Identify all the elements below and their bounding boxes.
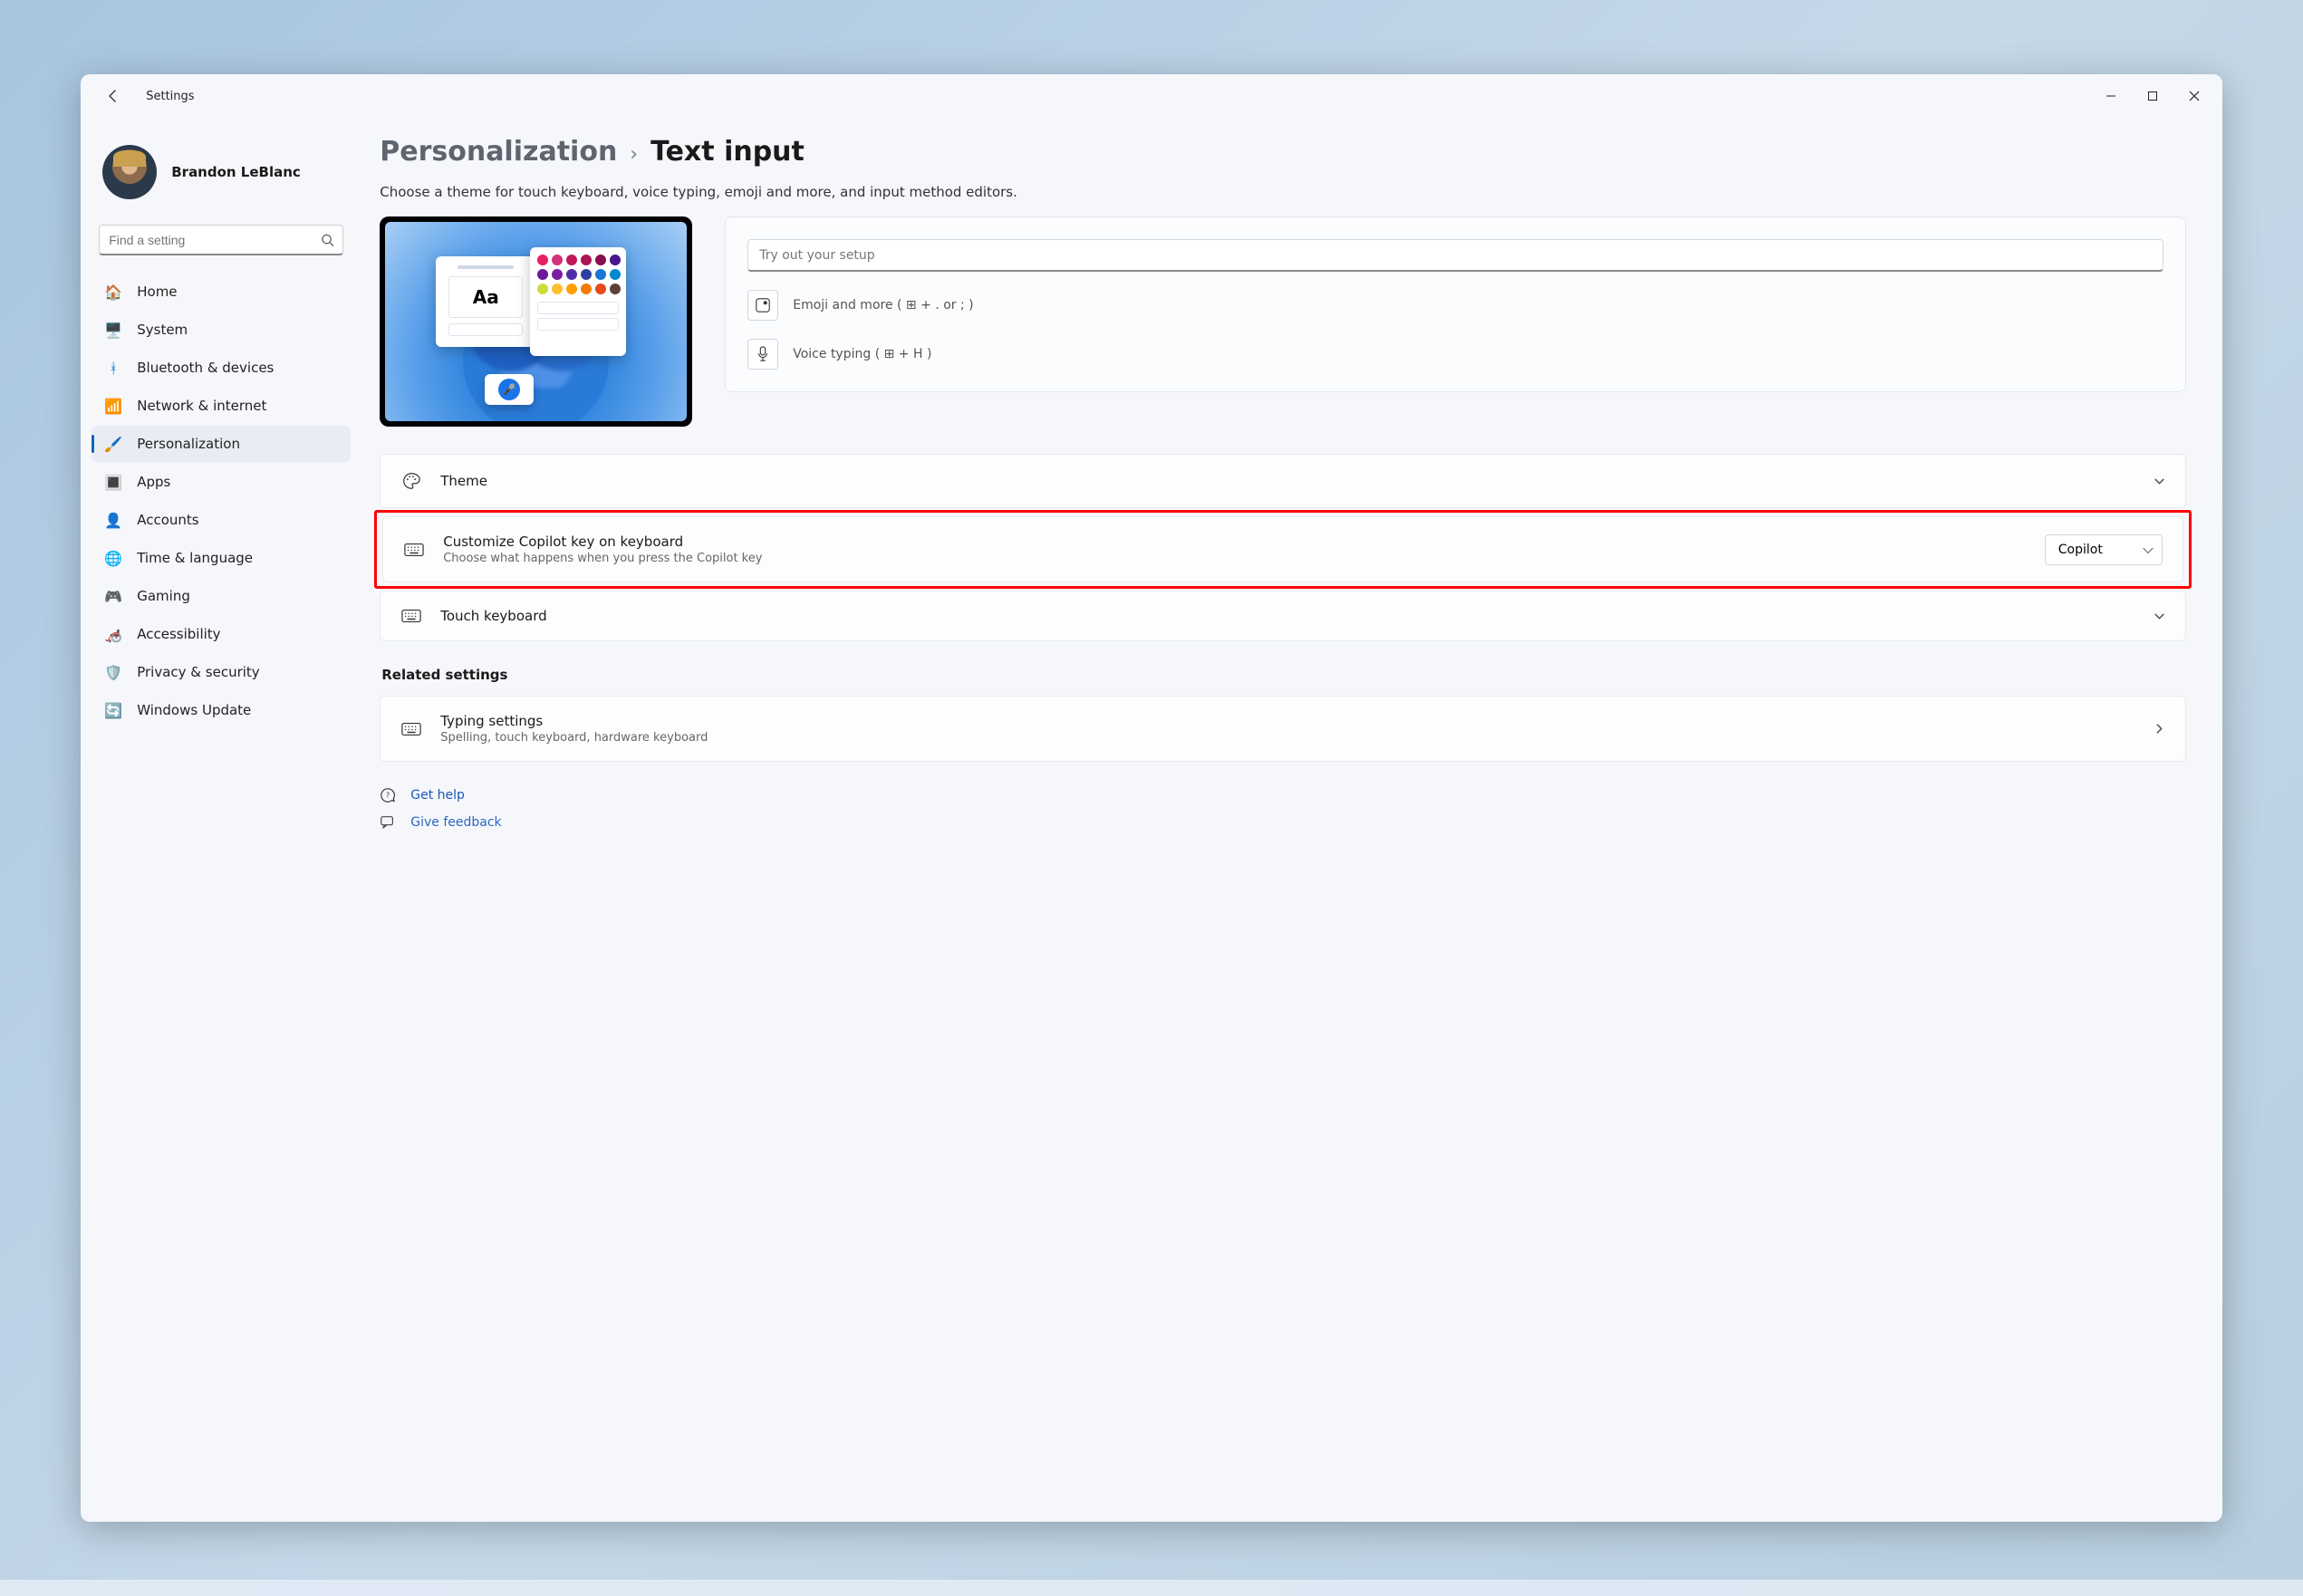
settings-window: Settings Brandon LeBlanc <box>81 74 2222 1522</box>
chevron-down-icon <box>2154 476 2165 487</box>
system-icon: 🖥️ <box>104 322 122 339</box>
paintbrush-icon: 🖌️ <box>104 436 122 453</box>
typing-settings-card[interactable]: Typing settings Spelling, touch keyboard… <box>380 696 2186 762</box>
copilot-key-dropdown[interactable]: Copilot <box>2045 534 2163 565</box>
accessibility-icon: 🦽 <box>104 626 122 643</box>
apps-icon: 🔳 <box>104 474 122 491</box>
feedback-icon <box>380 814 398 831</box>
nav-apps[interactable]: 🔳Apps <box>92 464 351 500</box>
mic-icon: 🎤 <box>498 379 520 400</box>
nav-network[interactable]: 📶Network & internet <box>92 388 351 424</box>
profile[interactable]: Brandon LeBlanc <box>92 127 351 221</box>
bluetooth-icon: ᚼ <box>104 360 122 377</box>
nav: 🏠Home 🖥️System ᚼBluetooth & devices 📶Net… <box>92 274 351 728</box>
copilot-key-card[interactable]: Customize Copilot key on keyboard Choose… <box>382 516 2183 582</box>
emoji-icon <box>747 290 778 321</box>
nav-gaming[interactable]: 🎮Gaming <box>92 578 351 614</box>
highlight-annotation: Customize Copilot key on keyboard Choose… <box>374 510 2192 589</box>
search-box[interactable] <box>99 225 343 255</box>
theme-preview[interactable]: Aa 🎤 <box>380 216 692 427</box>
home-icon: 🏠 <box>104 284 122 301</box>
chevron-down-icon <box>2154 611 2165 622</box>
globe-clock-icon: 🌐 <box>104 550 122 567</box>
preview-keyboard-window: Aa <box>436 256 535 347</box>
nav-privacy[interactable]: 🛡️Privacy & security <box>92 654 351 690</box>
search-input[interactable] <box>99 225 343 255</box>
app-title: Settings <box>146 90 194 103</box>
taskbar <box>0 1580 2303 1596</box>
wifi-icon: 📶 <box>104 398 122 415</box>
breadcrumb-parent[interactable]: Personalization <box>380 136 617 168</box>
chevron-right-icon <box>2154 723 2165 735</box>
nav-accessibility[interactable]: 🦽Accessibility <box>92 616 351 652</box>
svg-text:?: ? <box>386 791 390 800</box>
update-icon: 🔄 <box>104 702 122 719</box>
breadcrumb: Personalization › Text input <box>380 136 2186 168</box>
nav-update[interactable]: 🔄Windows Update <box>92 692 351 728</box>
related-heading: Related settings <box>381 667 2186 683</box>
touch-keyboard-card[interactable]: Touch keyboard <box>380 591 2186 641</box>
minimize-button[interactable] <box>2090 78 2132 114</box>
nav-system[interactable]: 🖥️System <box>92 312 351 348</box>
close-button[interactable] <box>2173 78 2215 114</box>
mic-icon <box>747 339 778 370</box>
nav-time[interactable]: 🌐Time & language <box>92 540 351 576</box>
preview-palette-window <box>530 247 626 356</box>
get-help-link[interactable]: ? Get help <box>380 787 2186 803</box>
tryout-input[interactable]: Try out your setup <box>747 239 2163 272</box>
back-button[interactable] <box>99 82 128 111</box>
keyboard-icon <box>400 722 422 736</box>
shield-icon: 🛡️ <box>104 664 122 681</box>
search-icon <box>321 234 334 247</box>
theme-card[interactable]: Theme <box>380 454 2186 508</box>
emoji-shortcut-row[interactable]: Emoji and more ( ⊞ + . or ; ) <box>747 290 2163 321</box>
nav-home[interactable]: 🏠Home <box>92 274 351 310</box>
voice-shortcut-row[interactable]: Voice typing ( ⊞ + H ) <box>747 339 2163 370</box>
chevron-right-icon: › <box>630 143 638 166</box>
gamepad-icon: 🎮 <box>104 588 122 605</box>
tryout-panel: Try out your setup Emoji and more ( ⊞ + … <box>725 216 2186 392</box>
preview-voice-pill: 🎤 <box>485 374 534 405</box>
titlebar: Settings <box>81 74 2222 118</box>
nav-bluetooth[interactable]: ᚼBluetooth & devices <box>92 350 351 386</box>
sidebar: Brandon LeBlanc 🏠Home 🖥️System ᚼBluetoot… <box>81 118 361 1522</box>
page-subtitle: Choose a theme for touch keyboard, voice… <box>380 184 2186 200</box>
nav-accounts[interactable]: 👤Accounts <box>92 502 351 538</box>
help-icon: ? <box>380 787 398 803</box>
keyboard-icon <box>403 543 425 557</box>
give-feedback-link[interactable]: Give feedback <box>380 814 2186 831</box>
palette-icon <box>400 471 422 491</box>
user-name: Brandon LeBlanc <box>171 164 301 180</box>
avatar <box>102 145 157 199</box>
maximize-button[interactable] <box>2132 78 2173 114</box>
keyboard-icon <box>400 609 422 623</box>
window-controls <box>2090 78 2215 114</box>
nav-personalization[interactable]: 🖌️Personalization <box>92 426 351 462</box>
person-icon: 👤 <box>104 512 122 529</box>
main-content: Personalization › Text input Choose a th… <box>361 118 2222 1522</box>
page-title: Text input <box>650 136 805 168</box>
